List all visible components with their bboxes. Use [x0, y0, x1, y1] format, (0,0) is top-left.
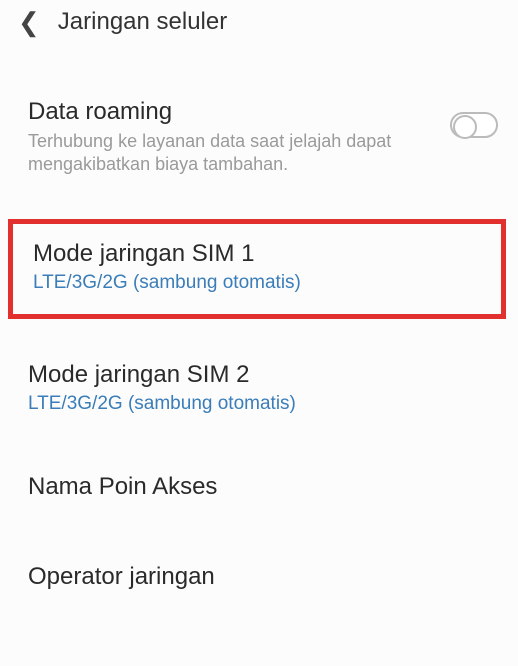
spacer [0, 331, 518, 347]
item-subtitle: LTE/3G/2G (sambung otomatis) [33, 272, 481, 294]
toggle-roaming[interactable] [450, 112, 498, 138]
spacer [0, 195, 518, 211]
item-title: Mode jaringan SIM 1 [33, 240, 481, 268]
back-icon[interactable]: ❮ [18, 9, 40, 35]
setting-sim2-mode[interactable]: Mode jaringan SIM 2 LTE/3G/2G (sambung o… [0, 347, 518, 433]
setting-sim1-mode[interactable]: Mode jaringan SIM 1 LTE/3G/2G (sambung o… [8, 219, 506, 319]
item-title: Operator jaringan [28, 563, 494, 591]
item-subtitle: Terhubung ke layanan data saat jelajah d… [28, 130, 408, 177]
page-title: Jaringan seluler [58, 8, 227, 36]
setting-data-roaming[interactable]: Data roaming Terhubung ke layanan data s… [0, 84, 518, 195]
spacer [0, 523, 518, 549]
spacer [0, 433, 518, 459]
item-title: Data roaming [28, 98, 494, 126]
setting-operator[interactable]: Operator jaringan [0, 549, 518, 613]
settings-list: Data roaming Terhubung ke layanan data s… [0, 44, 518, 613]
item-title: Nama Poin Akses [28, 473, 494, 501]
item-subtitle: LTE/3G/2G (sambung otomatis) [28, 393, 494, 415]
setting-apn[interactable]: Nama Poin Akses [0, 459, 518, 523]
header: ❮ Jaringan seluler [0, 0, 518, 44]
item-title: Mode jaringan SIM 2 [28, 361, 494, 389]
